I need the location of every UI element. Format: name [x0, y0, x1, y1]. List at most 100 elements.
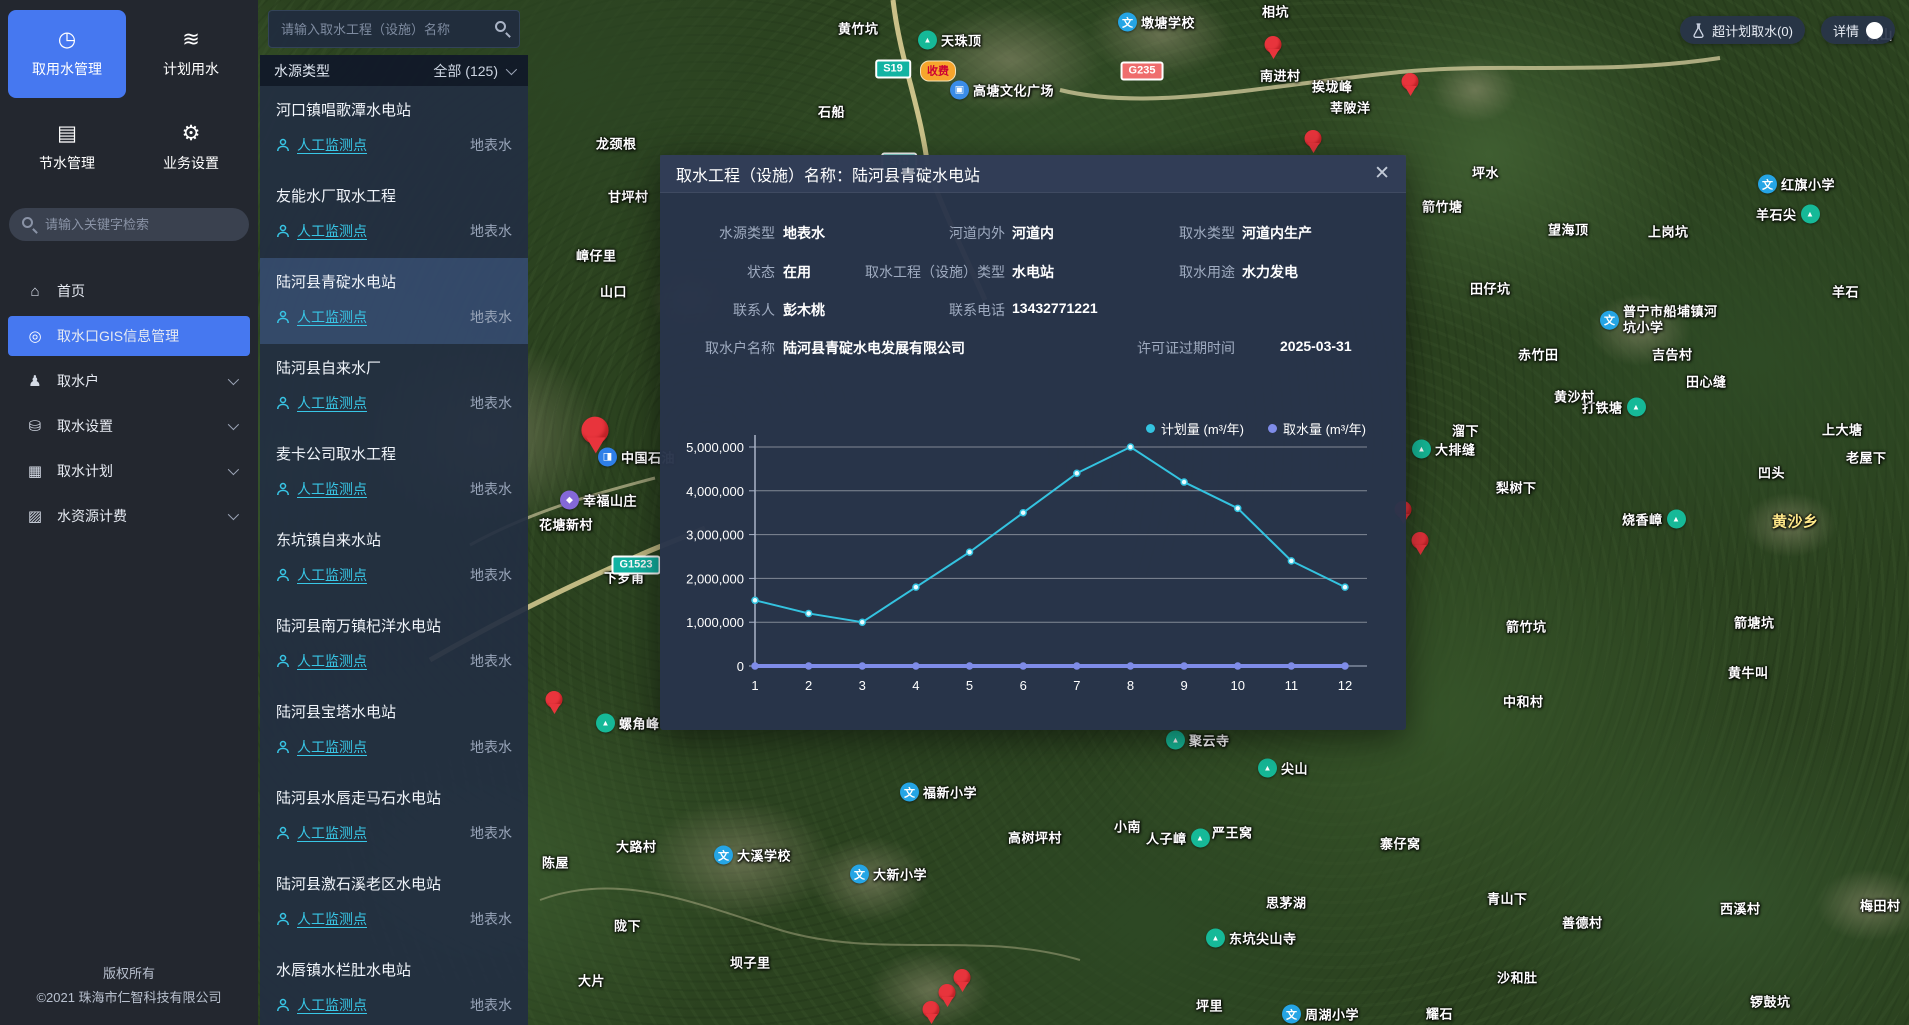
sidebar-menu-item[interactable]: ⌂ 首页 — [8, 271, 250, 311]
sidebar-menu-item[interactable]: ⛁ 取水设置 — [8, 406, 250, 446]
poi-name: 赤竹田 — [1518, 345, 1559, 364]
close-icon[interactable]: ✕ — [1374, 164, 1390, 183]
copyright: 版权所有 ©2021 珠海市仁智科技有限公司 — [0, 962, 258, 1025]
facility-list-item[interactable]: 东坑镇自来水站 人工监测点 地表水 — [260, 516, 528, 602]
monitor-type-link[interactable]: 人工监测点 — [297, 393, 367, 413]
facility-meta-row: 人工监测点 地表水 — [276, 221, 512, 241]
facility-list-item[interactable]: 陆河县宝塔水电站 人工监测点 地表水 — [260, 688, 528, 774]
field-label: 状态 — [660, 262, 775, 282]
monitor-type-link[interactable]: 人工监测点 — [297, 307, 367, 327]
poi-name: 锣鼓坑 — [1750, 992, 1791, 1011]
map-poi-label: 聚云寺 — [1166, 731, 1230, 750]
detail-toggle[interactable]: 详情 — [1821, 16, 1895, 44]
poi-icon — [850, 865, 869, 884]
monitor-type-link[interactable]: 人工监测点 — [297, 651, 367, 671]
field-label: 联系人 — [660, 300, 775, 320]
poi-name: 箭竹塘 — [1422, 197, 1463, 216]
svg-text:0: 0 — [737, 659, 744, 674]
module-tile[interactable]: ⚙ 业务设置 — [132, 104, 250, 192]
poi-name: 大排缝 — [1435, 440, 1476, 459]
monitor-type-link[interactable]: 人工监测点 — [297, 823, 367, 843]
monitor-type-link[interactable]: 人工监测点 — [297, 565, 367, 585]
facility-name: 陆河县水唇走马石水电站 — [276, 787, 512, 808]
facility-meta-row: 人工监测点 地表水 — [276, 995, 512, 1015]
facility-list-item[interactable]: 陆河县自来水厂 人工监测点 地表水 — [260, 344, 528, 430]
over-plan-button[interactable]: 超计划取水(0) — [1680, 16, 1805, 44]
intake-marker-pin-head — [1305, 130, 1322, 147]
map-poi-label: 甘坪村 — [608, 187, 649, 206]
intake-marker-pin[interactable] — [546, 691, 563, 715]
intake-marker-pin[interactable] — [581, 417, 608, 455]
poi-icon — [1412, 440, 1431, 459]
menu-item-label: 首页 — [57, 281, 85, 301]
menu-item-icon: ♟ — [26, 372, 44, 390]
facility-name: 陆河县青碇水电站 — [276, 271, 512, 292]
poi-icon — [1801, 205, 1820, 224]
menu-item-icon: ▦ — [26, 462, 44, 480]
sidebar-menu-item[interactable]: ◎ 取水口GIS信息管理 — [8, 316, 250, 356]
facility-list-item[interactable]: 河口镇唱歌潭水电站 人工监测点 地表水 — [260, 86, 528, 172]
module-tile[interactable]: ▤ 节水管理 — [8, 104, 126, 192]
facility-list-item[interactable]: 陆河县激石溪老区水电站 人工监测点 地表水 — [260, 860, 528, 946]
toggle-knob[interactable] — [1866, 22, 1883, 39]
monitor-type-link[interactable]: 人工监测点 — [297, 479, 367, 499]
map-toolbar: 超计划取水(0) 详情 — [1680, 16, 1895, 44]
map-poi-label: 羊石尖 — [1756, 205, 1820, 224]
svg-text:5,000,000: 5,000,000 — [686, 440, 744, 455]
svg-text:9: 9 — [1180, 678, 1187, 693]
sidebar-search — [9, 208, 249, 241]
filter-select[interactable]: 全部 (125) — [433, 61, 514, 81]
sidebar-menu-item[interactable]: ▦ 取水计划 — [8, 451, 250, 491]
sidebar-menu-item[interactable]: ▨ 水资源计费 — [8, 496, 250, 536]
module-label: 计划用水 — [163, 59, 219, 79]
intake-marker-pin[interactable] — [1265, 36, 1282, 60]
poi-name: 福新小学 — [923, 783, 977, 802]
monitor-type-link[interactable]: 人工监测点 — [297, 995, 367, 1015]
sidebar: ◷ 取用水管理 ≋ 计划用水 ▤ 节水管理 ⚙ 业务设置 — [0, 0, 258, 1025]
poi-name: 莘陂洋 — [1330, 98, 1371, 117]
module-icon: ≋ — [182, 29, 200, 50]
intake-marker-pin[interactable] — [1305, 130, 1322, 154]
water-source-type: 地表水 — [470, 737, 512, 757]
map-poi-label: 烧香嶂 — [1622, 510, 1686, 529]
poi-name: 严王窝 — [1212, 823, 1253, 842]
monitor-type-link[interactable]: 人工监测点 — [297, 909, 367, 929]
map-poi-label: 高塘文化广场 — [950, 81, 1054, 100]
facility-list-item[interactable]: 陆河县青碇水电站 人工监测点 地表水 — [260, 258, 528, 344]
monitor-type-link[interactable]: 人工监测点 — [297, 221, 367, 241]
poi-name: 沙和肚 — [1497, 968, 1538, 987]
search-icon[interactable] — [495, 21, 506, 32]
detail-label: 详情 — [1833, 21, 1859, 40]
intake-marker-pin[interactable] — [1412, 532, 1429, 556]
intake-marker-pin[interactable] — [954, 969, 971, 993]
poi-name: 坪水 — [1472, 163, 1499, 182]
person-icon — [276, 310, 290, 324]
intake-marker-pin[interactable] — [923, 1001, 940, 1025]
poi-name: 羊石 — [1832, 282, 1859, 301]
facility-list-item[interactable]: 友能水厂取水工程 人工监测点 地表水 — [260, 172, 528, 258]
poi-name: 石船 — [818, 102, 845, 121]
sidebar-menu-item[interactable]: ♟ 取水户 — [8, 361, 250, 401]
intake-marker-pin[interactable] — [1402, 73, 1419, 97]
poi-name: 箭竹坑 — [1506, 617, 1547, 636]
map-poi-label: 凹头 — [1758, 463, 1785, 482]
module-label: 业务设置 — [163, 153, 219, 173]
poi-name: 尖山 — [1281, 759, 1308, 778]
menu-item-label: 取水户 — [57, 371, 99, 391]
map-poi-label: 福新小学 — [900, 783, 977, 802]
map-poi-label: 墩塘学校 — [1118, 13, 1195, 32]
facility-search-input[interactable] — [268, 10, 520, 48]
facility-list-item[interactable]: 陆河县南万镇杞洋水电站 人工监测点 地表水 — [260, 602, 528, 688]
water-source-type: 地表水 — [470, 221, 512, 241]
module-tile[interactable]: ◷ 取用水管理 — [8, 10, 126, 98]
monitor-type-link[interactable]: 人工监测点 — [297, 135, 367, 155]
menu-item-label: 取水设置 — [57, 416, 113, 436]
facility-list-item[interactable]: 水唇镇水栏肚水电站 人工监测点 地表水 — [260, 946, 528, 1025]
facility-list-item[interactable]: 陆河县水唇走马石水电站 人工监测点 地表水 — [260, 774, 528, 860]
poi-icon — [1758, 175, 1777, 194]
module-tile[interactable]: ≋ 计划用水 — [132, 10, 250, 98]
field-label: 水源类型 — [660, 223, 775, 243]
monitor-type-link[interactable]: 人工监测点 — [297, 737, 367, 757]
facility-list-item[interactable]: 麦卡公司取水工程 人工监测点 地表水 — [260, 430, 528, 516]
sidebar-search-input[interactable] — [9, 208, 249, 241]
